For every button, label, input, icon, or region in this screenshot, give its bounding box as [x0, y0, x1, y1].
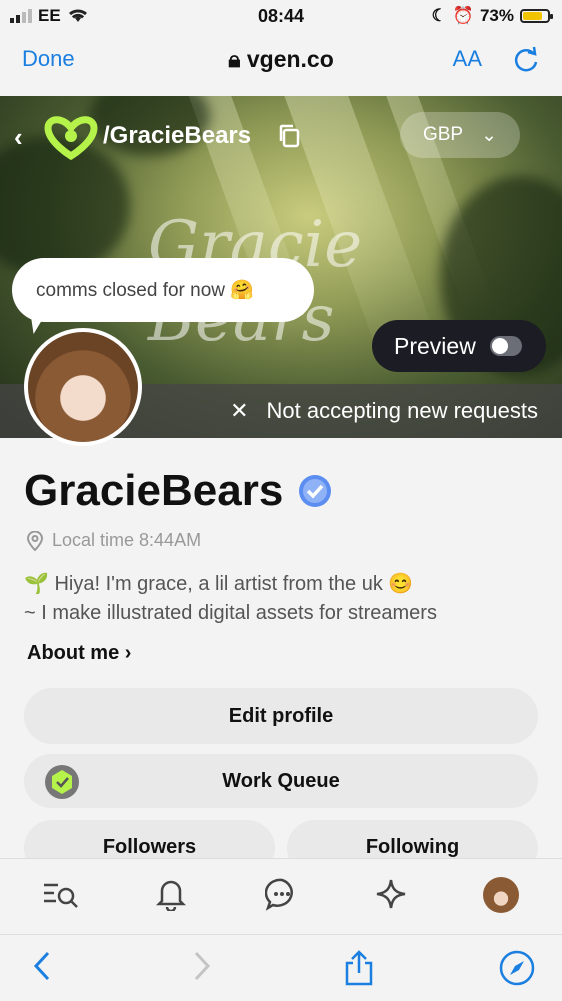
vgen-logo-icon	[44, 116, 98, 160]
sparkle-icon[interactable]	[374, 877, 408, 911]
list-search-icon[interactable]	[42, 877, 80, 911]
share-icon[interactable]	[342, 949, 376, 987]
compass-icon[interactable]	[498, 949, 536, 987]
speech-bubble: comms closed for now 🤗	[12, 258, 314, 322]
forward-icon[interactable]	[190, 949, 214, 983]
about-me-link[interactable]: About me ›	[27, 642, 131, 665]
bio-line-2: ~ I make illustrated digital assets for …	[24, 602, 437, 624]
back-icon[interactable]	[30, 949, 54, 983]
currency-label: GBP	[422, 124, 464, 145]
status-right: ☾ ⏰ 73%	[431, 6, 553, 26]
location-pin-icon	[26, 530, 44, 551]
close-icon: ✕	[230, 398, 249, 423]
status-bar: EE 08:44 ☾ ⏰ 73%	[0, 0, 562, 34]
edit-profile-button[interactable]: Edit profile	[24, 688, 538, 744]
browser-url-bar: Done 🔒︎ vgen.co AA	[0, 34, 562, 96]
reload-icon[interactable]	[512, 44, 540, 74]
profile-name-row: GracieBears	[24, 466, 333, 516]
battery-icon	[520, 9, 553, 23]
work-queue-button[interactable]: Work Queue	[24, 754, 538, 808]
url-text: vgen.co	[246, 46, 334, 72]
about-me-label: About me	[27, 642, 120, 664]
chevron-down-icon: ⌄	[481, 124, 498, 146]
back-icon[interactable]: ‹	[14, 122, 23, 153]
alarm-icon: ⏰	[452, 6, 474, 25]
commission-status-text: Not accepting new requests	[266, 398, 539, 423]
preview-toggle-button[interactable]: Preview	[372, 320, 546, 372]
bottom-navigation	[0, 858, 562, 935]
speech-bubble-tail	[30, 310, 48, 334]
toggle-switch[interactable]	[489, 336, 522, 356]
work-queue-label: Work Queue	[222, 769, 340, 792]
profile-name: GracieBears	[24, 466, 284, 515]
profile-handle: /GracieBears	[103, 122, 252, 149]
profile-avatar[interactable]	[24, 328, 142, 446]
bell-icon[interactable]	[156, 877, 186, 911]
local-time-row: Local time 8:44AM	[26, 530, 201, 551]
moon-icon: ☾	[431, 6, 447, 25]
bio-line-1: 🌱 Hiya! I'm grace, a lil artist from the…	[24, 573, 414, 595]
battery-percent: 73%	[479, 6, 514, 25]
currency-selector[interactable]: GBP ⌄	[400, 112, 520, 158]
verified-icon	[299, 475, 332, 507]
chevron-right-icon: ›	[124, 642, 132, 664]
text-size-button[interactable]: AA	[453, 46, 482, 72]
profile-avatar-nav[interactable]	[483, 877, 519, 913]
local-time: Local time 8:44AM	[52, 530, 202, 550]
work-queue-icon	[45, 765, 79, 799]
lock-icon: 🔒︎	[228, 46, 241, 72]
chat-icon[interactable]	[265, 877, 299, 911]
copy-icon[interactable]	[278, 124, 300, 148]
browser-toolbar	[0, 934, 562, 1001]
preview-label: Preview	[394, 332, 476, 359]
